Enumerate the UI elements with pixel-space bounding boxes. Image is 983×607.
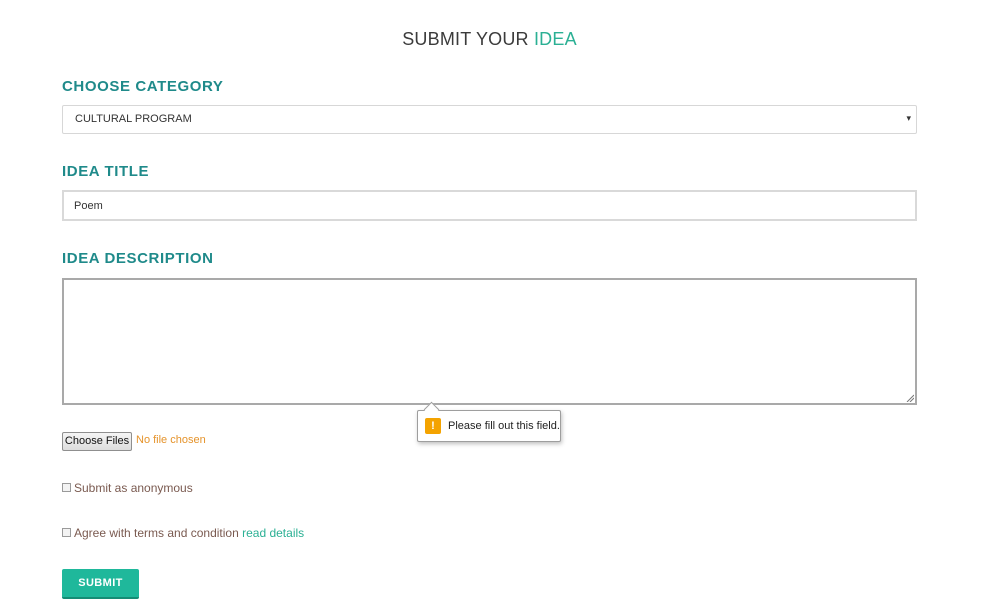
idea-description-textarea[interactable] — [62, 278, 917, 405]
anonymous-checkbox[interactable] — [62, 483, 71, 492]
validation-message: Please fill out this field. — [448, 420, 560, 432]
submit-button[interactable]: SUBMIT — [62, 569, 139, 599]
idea-title-value: Poem — [74, 200, 103, 212]
anonymous-label: Submit as anonymous — [74, 481, 193, 495]
idea-description-label: IDEA DESCRIPTION — [62, 250, 214, 267]
chevron-down-icon: ▾ — [906, 113, 911, 123]
page-title-prefix: SUBMIT YOUR — [402, 29, 529, 49]
submit-idea-form: SUBMIT YOUR IDEA CHOOSE CATEGORY CULTURA… — [0, 0, 983, 607]
category-select[interactable]: CULTURAL PROGRAM ▾ — [62, 105, 917, 134]
validation-tooltip: ! Please fill out this field. — [417, 401, 561, 442]
anonymous-option: Submit as anonymous — [62, 481, 193, 495]
warning-icon: ! — [425, 418, 441, 434]
category-selected-value: CULTURAL PROGRAM — [75, 113, 192, 125]
terms-label: Agree with terms and condition — [74, 526, 239, 540]
terms-checkbox[interactable] — [62, 528, 71, 537]
terms-option: Agree with terms and condition read deta… — [62, 526, 304, 540]
category-label: CHOOSE CATEGORY — [62, 78, 224, 95]
idea-title-label: IDEA TITLE — [62, 163, 150, 180]
page-title: SUBMIT YOUR IDEA — [0, 29, 979, 50]
read-details-link[interactable]: read details — [242, 526, 304, 540]
page-title-accent: IDEA — [533, 29, 577, 49]
resize-grip-icon[interactable] — [906, 394, 914, 402]
choose-files-button[interactable]: Choose Files — [62, 432, 132, 451]
file-status: No file chosen — [136, 434, 206, 446]
idea-title-input[interactable]: Poem — [62, 190, 917, 221]
